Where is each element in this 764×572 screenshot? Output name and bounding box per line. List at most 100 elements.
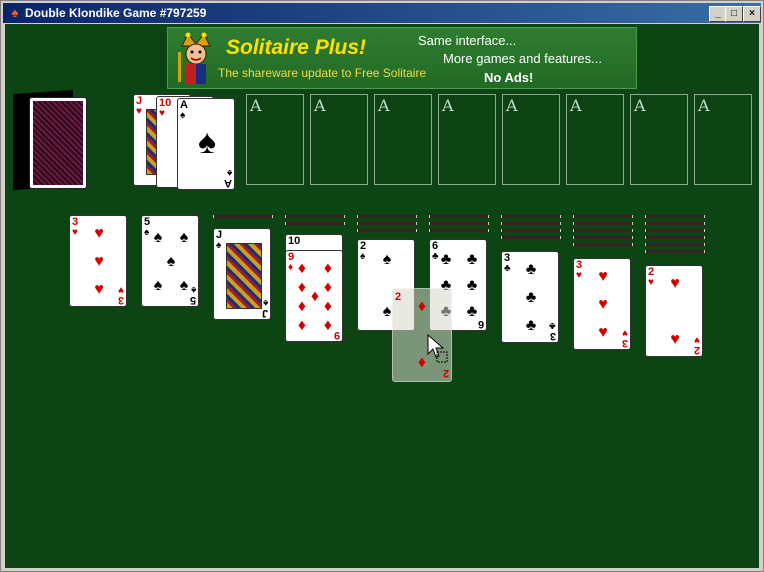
card-suit-bottom: ♠ — [262, 297, 268, 308]
foundation-slot[interactable]: A — [502, 94, 560, 185]
foundation-ace-label: A — [314, 96, 326, 115]
card-suit: ♠ — [360, 251, 366, 262]
tableau-card-3-hearts[interactable]: 3 ♥ ♥ ♥ ♥ 3 ♥ — [69, 215, 127, 307]
card-suit: ♥ — [159, 108, 165, 119]
card-rank-bottom: J — [261, 307, 268, 319]
banner-line-3: No Ads! — [484, 70, 534, 85]
face-down-card-edge — [213, 215, 273, 218]
card-rank-bottom: 2 — [693, 344, 700, 356]
pip: ♣ — [525, 289, 537, 306]
pip: ♣ — [466, 251, 478, 268]
solitaire-plus-banner[interactable]: Solitaire Plus! The shareware update to … — [167, 27, 637, 89]
tableau-card-9-diamonds[interactable]: 9 ♦ ♦ ♦ ♦ ♦ ♦ ♦ ♦ ♦ ♦ 9 — [285, 250, 343, 342]
pip: ♣ — [525, 261, 537, 278]
pip: ♥ — [598, 324, 608, 341]
tableau-card-3-clubs[interactable]: 3 ♣ ♣ ♣ ♣ 3 ♣ — [501, 251, 559, 343]
window-title: Double Klondike Game #797259 — [25, 6, 207, 20]
maximize-button[interactable]: □ — [725, 6, 743, 22]
foundation-slot[interactable]: A — [438, 94, 496, 185]
jester-icon — [178, 32, 211, 84]
card-suit-bottom: ♥ — [622, 327, 628, 338]
waste-top-card[interactable]: A ♠ ♠ A ♠ — [177, 98, 235, 190]
title-bar[interactable]: ♠ Double Klondike Game #797259 _ □ × — [3, 3, 761, 23]
card-suit: ♥ — [576, 270, 582, 281]
card-suit: ♥ — [648, 277, 654, 288]
pip: ♦ — [323, 298, 333, 315]
card-suit-bottom: ♥ — [694, 334, 700, 345]
card-rank: 10 — [288, 235, 301, 247]
card-rank: 2 — [395, 291, 402, 303]
tableau-card-jack-spades[interactable]: J ♠ J ♠ — [213, 228, 271, 320]
face-down-card-edge — [285, 215, 345, 218]
face-down-card-edge — [429, 229, 489, 232]
card-rank-bottom: 3 — [549, 330, 556, 342]
face-down-card-edge — [573, 222, 633, 225]
card-rank-bottom: 2 — [442, 367, 449, 379]
foundation-slot[interactable]: A — [374, 94, 432, 185]
pip: ♦ — [323, 260, 333, 277]
foundation-slot[interactable]: A — [694, 94, 752, 185]
card-suit: ♠ — [180, 110, 186, 121]
pip: ♣ — [440, 251, 452, 268]
face-down-card-edge — [285, 222, 345, 225]
tableau-card-2-hearts[interactable]: 2 ♥ ♥ ♥ 2 ♥ — [645, 265, 703, 357]
face-down-card-edge — [645, 243, 705, 246]
close-button[interactable]: × — [743, 6, 761, 22]
card-rank-bottom: 6 — [477, 318, 484, 330]
face-down-card-edge — [501, 229, 561, 232]
foundation-slot[interactable]: A — [630, 94, 688, 185]
pip: ♥ — [94, 281, 104, 298]
pip: ♠ — [179, 229, 189, 246]
card-suit: ♦ — [288, 262, 294, 273]
pip: ♥ — [670, 275, 680, 292]
face-down-card-edge — [501, 215, 561, 218]
mouse-pointer-icon — [427, 334, 448, 363]
foundation-slot[interactable]: A — [310, 94, 368, 185]
pip: ♦ — [297, 260, 307, 277]
pip: ♥ — [598, 268, 608, 285]
face-down-card-edge — [429, 222, 489, 225]
foundation-slot[interactable]: A — [246, 94, 304, 185]
pip: ♣ — [525, 317, 537, 334]
foundation-ace-label: A — [378, 96, 390, 115]
foundation-slot[interactable]: A — [566, 94, 624, 185]
ace-spade-pip: ♠ — [197, 123, 217, 161]
card-suit: ♣ — [504, 263, 511, 274]
face-down-card-edge — [573, 243, 633, 246]
foundation-ace-label: A — [250, 96, 262, 115]
tableau-card-3-hearts-b[interactable]: 3 ♥ ♥ ♥ ♥ 3 ♥ — [573, 258, 631, 350]
face-down-card-edge — [573, 229, 633, 232]
face-down-card-edge — [645, 236, 705, 239]
pip: ♠ — [166, 253, 176, 270]
face-down-card-edge — [357, 215, 417, 218]
card-rank-bottom: 3 — [621, 337, 628, 349]
stock-pile[interactable] — [29, 97, 87, 189]
tableau-card-5-spades[interactable]: 5 ♠ ♠ ♠ ♠ ♠ ♠ 5 ♠ — [141, 215, 199, 307]
face-down-card-edge — [645, 215, 705, 218]
foundation-ace-label: A — [698, 96, 710, 115]
pip: ♠ — [153, 229, 163, 246]
foundation-ace-label: A — [570, 96, 582, 115]
pip: ♥ — [598, 296, 608, 313]
card-suit: ♠ — [144, 227, 150, 238]
foundation-ace-label: A — [442, 96, 454, 115]
card-suit-bottom: ♥ — [118, 284, 124, 295]
card-rank-bottom: 3 — [117, 294, 124, 306]
banner-line-2: More games and features... — [443, 51, 602, 66]
pip: ♥ — [94, 225, 104, 242]
card-suit: ♥ — [136, 106, 142, 117]
face-down-card-edge — [645, 222, 705, 225]
banner-title: Solitaire Plus! — [226, 36, 367, 59]
face-down-card-edge — [501, 222, 561, 225]
pip: ♦ — [297, 298, 307, 315]
pip: ♠ — [382, 251, 392, 268]
game-table[interactable]: Solitaire Plus! The shareware update to … — [5, 24, 759, 568]
card-suit: ♥ — [72, 227, 78, 238]
face-down-card-edge — [645, 229, 705, 232]
face-card-art — [226, 243, 262, 309]
card-suit: ♠ — [216, 240, 222, 251]
card-suit-bottom: ♣ — [549, 320, 556, 331]
face-down-card-edge — [429, 215, 489, 218]
pip: ♥ — [670, 331, 680, 348]
card-rank-bottom: 5 — [189, 294, 196, 306]
